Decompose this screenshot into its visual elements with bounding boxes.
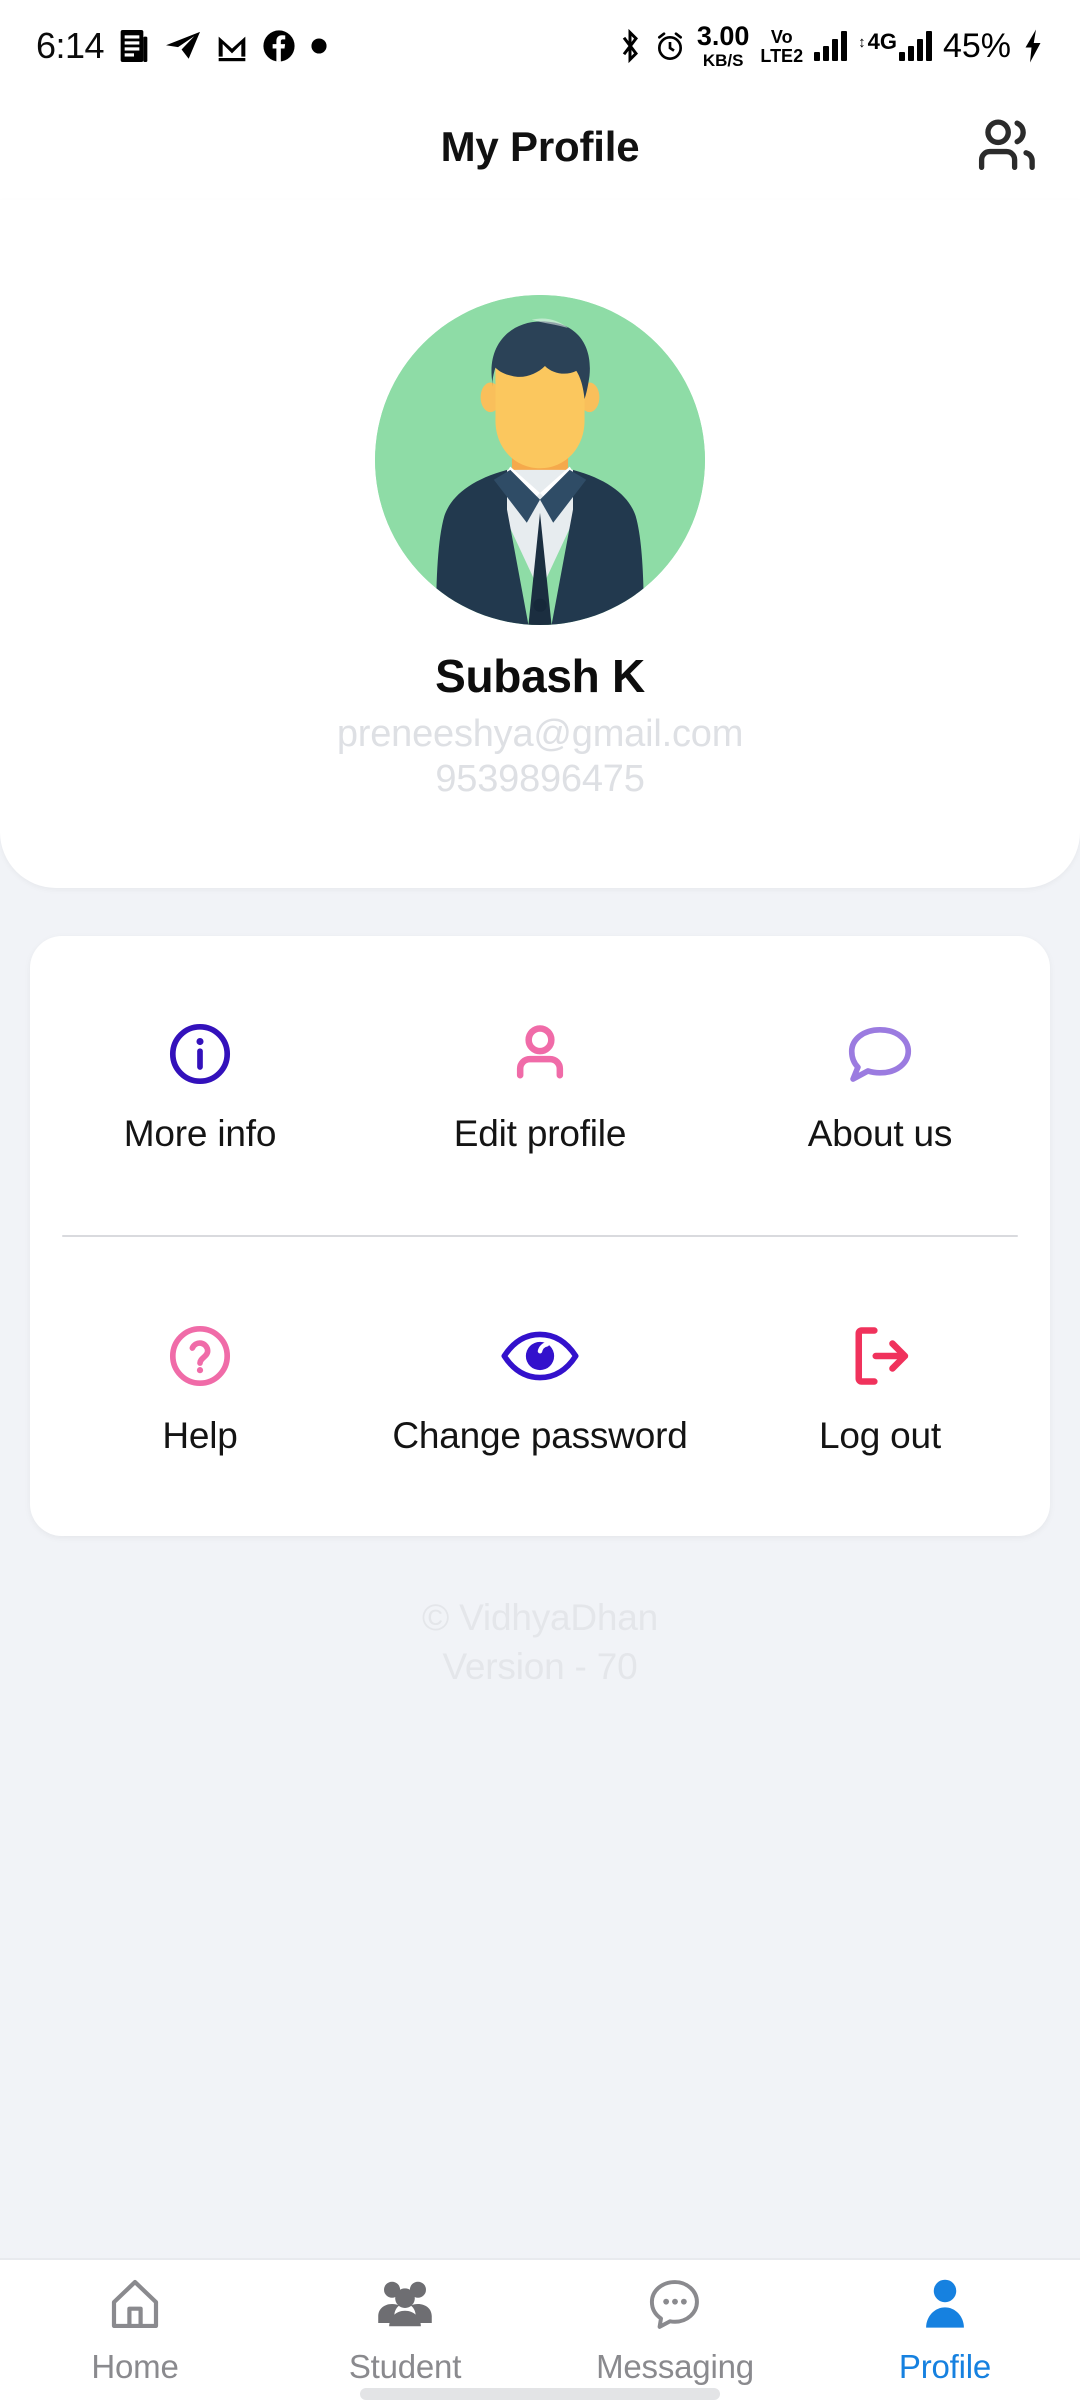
about-us-action[interactable]: About us <box>710 1015 1050 1155</box>
telegram-icon <box>166 31 201 59</box>
edit-profile-action[interactable]: Edit profile <box>370 1015 710 1155</box>
eye-icon <box>500 1317 580 1395</box>
bottom-navigation: Home Student Messaging Profile <box>0 2258 1080 2400</box>
volte-indicator: Vo LTE2 <box>760 28 803 65</box>
dot-icon <box>311 38 327 54</box>
person-icon <box>918 2274 972 2334</box>
app-screen: 6:14 3.00 KB/S Vo LTE2 ↕ 4G 45% My Profi… <box>0 0 1080 2400</box>
speech-bubble-icon <box>845 1015 915 1093</box>
data-arrows-icon: ↕ <box>858 34 866 51</box>
edit-profile-label: Edit profile <box>453 1113 627 1155</box>
group-icon <box>376 2274 434 2334</box>
status-bar: 6:14 3.00 KB/S Vo LTE2 ↕ 4G 45% <box>0 0 1080 92</box>
user-avatar-illustration <box>375 295 705 625</box>
app-bar: My Profile <box>0 92 1080 202</box>
change-password-action[interactable]: Change password <box>370 1317 710 1457</box>
log-out-action[interactable]: Log out <box>710 1317 1050 1457</box>
more-info-action[interactable]: More info <box>30 1015 370 1155</box>
copyright-text: © VidhyaDhan <box>421 1597 659 1638</box>
status-bar-left: 6:14 <box>36 25 328 67</box>
network-speed-unit: KB/S <box>702 51 744 70</box>
info-circle-icon <box>166 1015 234 1093</box>
profile-card: Subash K preneeshya@gmail.com 9539896475 <box>0 200 1080 888</box>
page-title: My Profile <box>440 123 640 170</box>
logout-arrow-icon <box>845 1317 915 1395</box>
help-label: Help <box>162 1414 238 1456</box>
log-out-label: Log out <box>818 1414 942 1456</box>
battery-percent: 45% <box>942 26 1011 65</box>
profile-email: preneeshya@gmail.com <box>336 713 744 755</box>
nav-item-home[interactable]: Home <box>0 2274 270 2386</box>
nav-label-home: Home <box>91 2348 179 2385</box>
volte-top: Vo <box>770 26 793 47</box>
chat-dots-icon <box>647 2274 703 2334</box>
news-icon <box>120 30 148 62</box>
version-text: Version - 70 <box>442 1645 638 1687</box>
profile-phone: 9539896475 <box>435 758 645 800</box>
actions-card: More info Edit profile About us Help Cha… <box>30 936 1050 1536</box>
person-outline-icon <box>506 1015 574 1093</box>
status-time: 6:14 <box>36 25 105 66</box>
signal-bars-sim1 <box>814 31 848 61</box>
profile-name: Subash K <box>435 650 645 702</box>
avatar[interactable] <box>375 295 705 625</box>
network-speed-value: 3.00 <box>696 21 750 51</box>
nav-item-profile[interactable]: Profile <box>810 2274 1080 2386</box>
network-speed: 3.00 KB/S <box>696 21 750 70</box>
change-password-label: Change password <box>392 1414 688 1456</box>
help-action[interactable]: Help <box>30 1317 370 1457</box>
nav-label-messaging: Messaging <box>596 2348 754 2385</box>
network-type-indicator: ↕ 4G <box>858 31 932 61</box>
nav-label-student: Student <box>348 2348 462 2385</box>
gmail-icon <box>218 36 246 62</box>
volte-bottom: LTE2 <box>760 45 804 66</box>
network-type-label: 4G <box>867 29 897 54</box>
status-bar-right: 3.00 KB/S Vo LTE2 ↕ 4G 45% <box>617 23 1044 69</box>
actions-row-bottom: Help Change password Log out <box>30 1237 1050 1536</box>
about-us-label: About us <box>807 1113 953 1155</box>
alarm-icon <box>657 32 682 60</box>
signal-bars-sim2 <box>898 31 932 61</box>
actions-row-top: More info Edit profile About us <box>30 936 1050 1235</box>
nav-item-student[interactable]: Student <box>270 2274 540 2386</box>
bluetooth-icon <box>622 28 638 64</box>
users-button[interactable] <box>968 108 1046 186</box>
nav-label-profile: Profile <box>898 2348 992 2385</box>
charging-bolt-icon <box>1025 29 1041 63</box>
home-indicator <box>360 2388 720 2400</box>
app-footer: © VidhyaDhan Version - 70 <box>0 1594 1080 1692</box>
users-icon <box>978 119 1035 170</box>
home-icon <box>107 2274 163 2334</box>
question-circle-icon <box>166 1317 234 1395</box>
nav-item-messaging[interactable]: Messaging <box>540 2274 810 2386</box>
facebook-icon <box>263 30 295 62</box>
more-info-label: More info <box>123 1113 277 1155</box>
